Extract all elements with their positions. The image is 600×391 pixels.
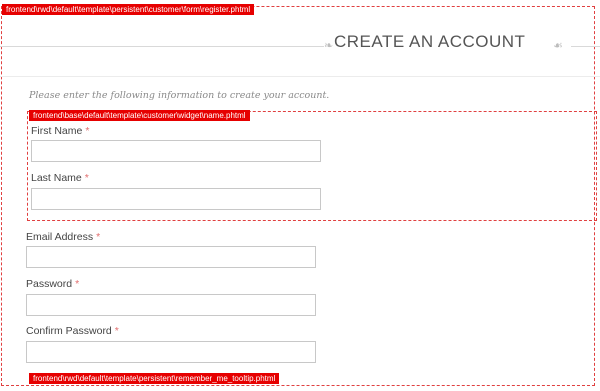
title-separator	[0, 76, 600, 77]
template-hint-name-widget: frontend\base\default\template\customer\…	[29, 110, 250, 121]
first-name-label: First Name *	[31, 125, 90, 137]
title-ornament-left-icon: ❧	[324, 40, 334, 52]
confirm-password-field[interactable]	[26, 341, 316, 363]
email-field[interactable]	[26, 246, 316, 268]
template-hint-remember-me: frontend\rwd\default\template\persistent…	[29, 373, 280, 384]
title-rule-left	[0, 46, 324, 47]
required-marker: *	[85, 125, 90, 137]
title-ornament-right-icon: ☙	[553, 40, 563, 52]
page-title: CREATE AN ACCOUNT	[334, 32, 526, 51]
required-marker: *	[75, 278, 80, 290]
email-label: Email Address *	[26, 231, 101, 243]
password-label: Password *	[26, 278, 80, 290]
last-name-label: Last Name *	[31, 172, 89, 184]
first-name-field[interactable]	[31, 140, 321, 162]
template-hint-register: frontend\rwd\default\template\persistent…	[2, 4, 255, 15]
intro-text: Please enter the following information t…	[29, 90, 330, 101]
required-marker: *	[114, 325, 119, 337]
confirm-password-label: Confirm Password *	[26, 325, 119, 337]
required-marker: *	[84, 172, 89, 184]
password-field[interactable]	[26, 294, 316, 316]
title-rule-right	[571, 46, 600, 47]
last-name-field[interactable]	[31, 188, 321, 210]
required-marker: *	[96, 231, 101, 243]
